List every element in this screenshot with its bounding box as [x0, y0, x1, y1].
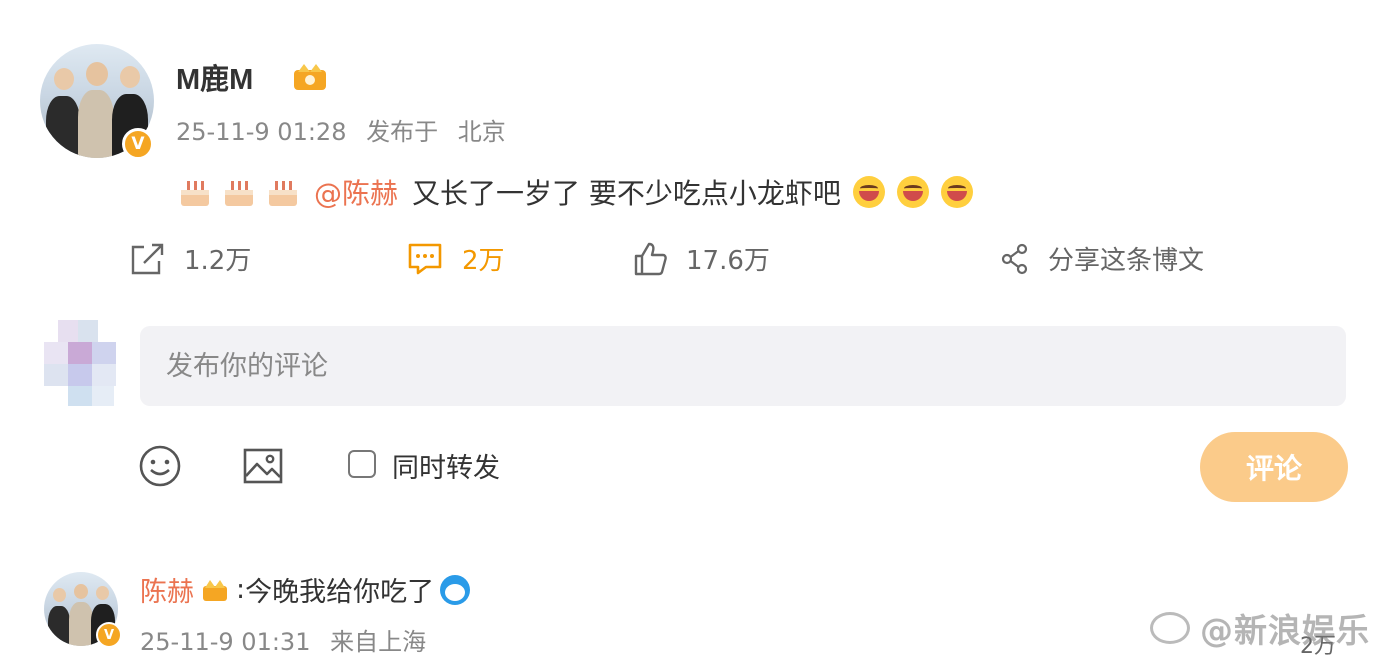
forward-checkbox[interactable] — [348, 450, 376, 478]
share-icon — [1001, 243, 1028, 274]
birthday-cake-icon — [225, 181, 253, 206]
submit-comment-button[interactable]: 评论 — [1200, 432, 1348, 502]
repost-icon — [131, 243, 164, 274]
doraemon-emoji-icon — [440, 574, 471, 605]
comment-button[interactable]: 2万 — [406, 240, 505, 277]
share-button[interactable]: 分享这条博文 — [1000, 240, 1204, 277]
post-meta: 25-11-9 01:28 发布于 北京 — [176, 112, 518, 147]
image-icon[interactable] — [242, 445, 284, 487]
reply-time: 25-11-9 01:31 — [140, 628, 311, 656]
watermark: @新浪娱乐 — [1150, 604, 1370, 652]
comment-input[interactable] — [140, 326, 1346, 406]
forward-label[interactable]: 同时转发 — [392, 446, 500, 485]
watermark-text: @新浪娱乐 — [1200, 611, 1370, 650]
post-location: 北京 — [457, 118, 506, 146]
crown-badge-icon — [203, 579, 227, 601]
weibo-logo-icon — [1150, 612, 1190, 644]
like-count: 17.6万 — [686, 246, 770, 276]
reply-text: 今晚我给你吃了 — [245, 577, 435, 608]
crown-badge-icon — [294, 64, 326, 90]
post-location-label: 发布于 — [366, 118, 439, 146]
verified-badge-icon: V — [96, 622, 122, 648]
reply-content: 陈赫 : 今晚我给你吃了 — [140, 570, 471, 609]
reply-source: 来自上海 — [330, 628, 427, 656]
reply-separator: : — [236, 574, 246, 605]
verified-badge-icon: V — [122, 128, 154, 160]
current-user-avatar — [44, 320, 116, 406]
birthday-cake-icon — [181, 181, 209, 206]
birthday-cake-icon — [269, 181, 297, 206]
thumbs-up-icon — [634, 242, 667, 275]
post-content: @陈赫 又长了一岁了 要不少吃点小龙虾吧 — [178, 172, 973, 212]
reply-author-name[interactable]: 陈赫 — [140, 570, 194, 609]
grin-emoji-icon — [852, 176, 885, 208]
post-text: 又长了一岁了 要不少吃点小龙虾吧 — [412, 177, 841, 210]
repost-count: 1.2万 — [184, 246, 252, 276]
comment-icon — [408, 243, 442, 274]
repost-button[interactable]: 1.2万 — [128, 240, 251, 277]
comment-count: 2万 — [462, 246, 505, 276]
reply-meta: 25-11-9 01:31 来自上海 — [140, 622, 438, 657]
emoji-icon[interactable] — [138, 444, 182, 488]
grin-emoji-icon — [940, 176, 973, 208]
grin-emoji-icon — [896, 176, 929, 208]
share-label: 分享这条博文 — [1048, 246, 1205, 276]
post-author-name[interactable]: M鹿M — [176, 56, 253, 98]
post-time: 25-11-9 01:28 — [176, 118, 347, 146]
like-button[interactable]: 17.6万 — [632, 240, 770, 277]
mention-link[interactable]: @陈赫 — [314, 172, 398, 212]
